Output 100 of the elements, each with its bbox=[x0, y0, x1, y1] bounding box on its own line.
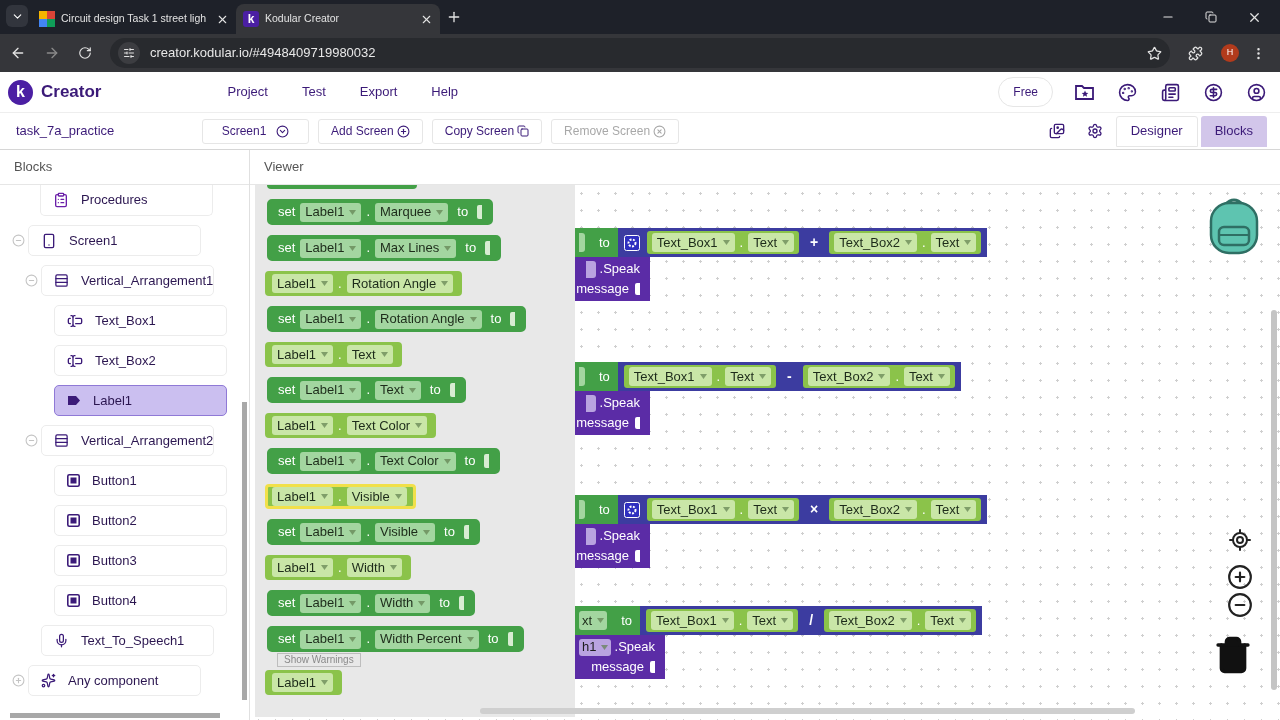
reload-icon[interactable] bbox=[78, 46, 92, 60]
dropdown-field[interactable]: Label1 bbox=[300, 380, 362, 400]
dropdown-field[interactable]: Visible bbox=[346, 487, 407, 506]
set-block[interactable]: set Label1 . Text Color to bbox=[267, 448, 501, 474]
dropdown-field[interactable]: h1 bbox=[579, 638, 611, 656]
set-block[interactable]: set Label1 . Max Lines to bbox=[267, 235, 502, 261]
restore-icon[interactable] bbox=[1205, 11, 1217, 23]
dollar-icon[interactable] bbox=[1204, 82, 1223, 102]
scrollbar[interactable] bbox=[10, 713, 220, 718]
screen-selector[interactable]: Screen1 bbox=[202, 118, 309, 144]
gear-icon[interactable] bbox=[623, 234, 640, 251]
dropdown-field[interactable]: Label1 bbox=[272, 673, 334, 692]
tree-item[interactable]: Any component bbox=[28, 665, 201, 696]
dropdown-field[interactable]: Label1 bbox=[300, 309, 362, 329]
center-icon[interactable] bbox=[1228, 528, 1252, 552]
get-block[interactable]: Label1 . Rotation Angle bbox=[265, 271, 463, 296]
scrollbar[interactable] bbox=[242, 402, 247, 700]
dropdown-field[interactable]: Text bbox=[375, 380, 421, 400]
toolbar-button[interactable]: Copy Screen bbox=[431, 118, 543, 144]
dropdown-field[interactable]: Text bbox=[747, 611, 794, 630]
dropdown-field[interactable]: Text Color bbox=[346, 416, 428, 435]
dropdown-field[interactable]: Text bbox=[725, 367, 771, 386]
set-block[interactable]: set Label1 . Visible to bbox=[267, 519, 480, 545]
site-info-icon[interactable] bbox=[123, 47, 135, 59]
tree-item[interactable]: Procedures bbox=[40, 185, 213, 216]
menu-item[interactable]: Export bbox=[359, 82, 398, 102]
dropdown-field[interactable]: Text bbox=[748, 233, 794, 252]
view-tab[interactable]: Blocks bbox=[1200, 115, 1267, 147]
user-icon[interactable] bbox=[1247, 82, 1266, 102]
get-block[interactable]: Label1 bbox=[265, 670, 343, 695]
menu-item[interactable]: Test bbox=[301, 82, 326, 102]
dropdown-field[interactable]: Label1 bbox=[300, 202, 362, 222]
palette-icon[interactable] bbox=[1118, 82, 1137, 102]
bookmark-icon[interactable] bbox=[1147, 45, 1162, 61]
tree-item[interactable]: Vertical_Arrangement2 bbox=[41, 425, 214, 456]
view-tab[interactable]: Designer bbox=[1115, 115, 1198, 147]
dropdown-field[interactable]: Text_Box1 bbox=[651, 233, 735, 252]
set-block[interactable]: set Label1 . Width Percent to bbox=[267, 626, 524, 652]
dropdown-field[interactable]: Text bbox=[930, 233, 977, 252]
dropdown-field[interactable]: Text_Box1 bbox=[651, 500, 735, 519]
forward-icon[interactable] bbox=[44, 45, 60, 61]
browser-tab[interactable]: Circuit design Task 1 street ligh bbox=[32, 4, 236, 34]
dropdown-field[interactable]: Text_Box2 bbox=[829, 611, 912, 630]
dropdown-field[interactable]: Width bbox=[346, 558, 402, 577]
scrollbar[interactable] bbox=[1271, 310, 1277, 690]
new-tab-icon[interactable] bbox=[446, 9, 462, 25]
get-block[interactable]: Label1 . Text bbox=[265, 342, 402, 367]
folder-star-icon[interactable] bbox=[1075, 84, 1094, 100]
tree-item[interactable]: Button4 bbox=[54, 585, 227, 616]
tree-item[interactable]: Text_To_Speech1 bbox=[41, 625, 214, 656]
dropdown-field[interactable]: Text_Box1 bbox=[650, 611, 734, 630]
tree-item[interactable]: Text_Box2 bbox=[54, 345, 227, 376]
dropdown-field[interactable]: Label1 bbox=[272, 274, 334, 293]
newspaper-icon[interactable] bbox=[1161, 82, 1180, 102]
dropdown-field[interactable]: Text bbox=[925, 611, 972, 630]
tree-item[interactable]: Text_Box1 bbox=[54, 305, 227, 336]
dropdown-field[interactable]: Rotation Angle bbox=[346, 274, 454, 293]
menu-item[interactable]: Project bbox=[227, 82, 268, 102]
tree-item[interactable]: Button1 bbox=[54, 465, 227, 496]
tree-item[interactable]: Screen1 bbox=[28, 225, 201, 256]
zoom-out-icon[interactable] bbox=[1227, 592, 1253, 618]
scrollbar[interactable] bbox=[480, 708, 1135, 714]
set-block[interactable]: set Label1 . Marquee to bbox=[267, 199, 494, 225]
dropdown-field[interactable]: Max Lines bbox=[375, 238, 457, 258]
dropdown-field[interactable]: Label1 bbox=[272, 345, 334, 364]
set-block[interactable]: set Label1 . Width to bbox=[267, 590, 476, 616]
dropdown-field[interactable]: Label1 bbox=[300, 238, 362, 258]
dropdown-field[interactable]: Text_Box2 bbox=[834, 500, 917, 519]
dropdown-field[interactable]: Visible bbox=[375, 522, 436, 542]
toolbar-button[interactable]: Add Screen bbox=[318, 118, 423, 144]
browser-tab[interactable]: k Kodular Creator bbox=[236, 4, 440, 34]
profile-avatar[interactable]: H bbox=[1221, 44, 1239, 62]
dropdown-field[interactable]: Label1 bbox=[300, 451, 362, 471]
dropdown-field[interactable]: Label1 bbox=[300, 629, 362, 649]
images-icon[interactable] bbox=[1048, 123, 1065, 139]
address-field[interactable]: creator.kodular.io/#4948409719980032 bbox=[110, 38, 1170, 68]
dropdown-field[interactable]: Label1 bbox=[300, 593, 362, 613]
dropdown-field[interactable]: Label1 bbox=[272, 416, 334, 435]
dropdown-field[interactable]: Text bbox=[346, 345, 393, 364]
tree-item[interactable]: Button3 bbox=[54, 545, 227, 576]
dropdown-field[interactable]: Text Color bbox=[375, 451, 456, 471]
dropdown-field[interactable]: Rotation Angle bbox=[375, 309, 482, 329]
get-block[interactable]: Label1 . Visible bbox=[265, 484, 416, 509]
menu-item[interactable]: Help bbox=[431, 82, 459, 102]
dropdown-field[interactable]: Label1 bbox=[300, 522, 362, 542]
tab-list-button[interactable] bbox=[6, 5, 28, 27]
tree-item[interactable]: Vertical_Arrangement1 bbox=[41, 265, 214, 296]
dropdown-field[interactable]: Text bbox=[930, 500, 977, 519]
extensions-icon[interactable] bbox=[1188, 45, 1203, 61]
set-block[interactable]: set Label1 . Text to bbox=[267, 377, 466, 403]
get-block[interactable]: Label1 . Text Color bbox=[265, 413, 437, 438]
dropdown-field[interactable]: Text bbox=[748, 500, 794, 519]
get-block[interactable]: Label1 . Width bbox=[265, 555, 411, 580]
dropdown-field[interactable]: Label1 bbox=[272, 487, 334, 506]
dropdown-field[interactable]: Text bbox=[904, 367, 950, 386]
settings-icon[interactable] bbox=[1086, 123, 1103, 139]
back-icon[interactable] bbox=[10, 45, 26, 61]
dropdown-field[interactable]: Width Percent bbox=[375, 629, 479, 649]
dropdown-field[interactable]: xt bbox=[579, 611, 608, 630]
dropdown-field[interactable]: Marquee bbox=[375, 202, 449, 222]
